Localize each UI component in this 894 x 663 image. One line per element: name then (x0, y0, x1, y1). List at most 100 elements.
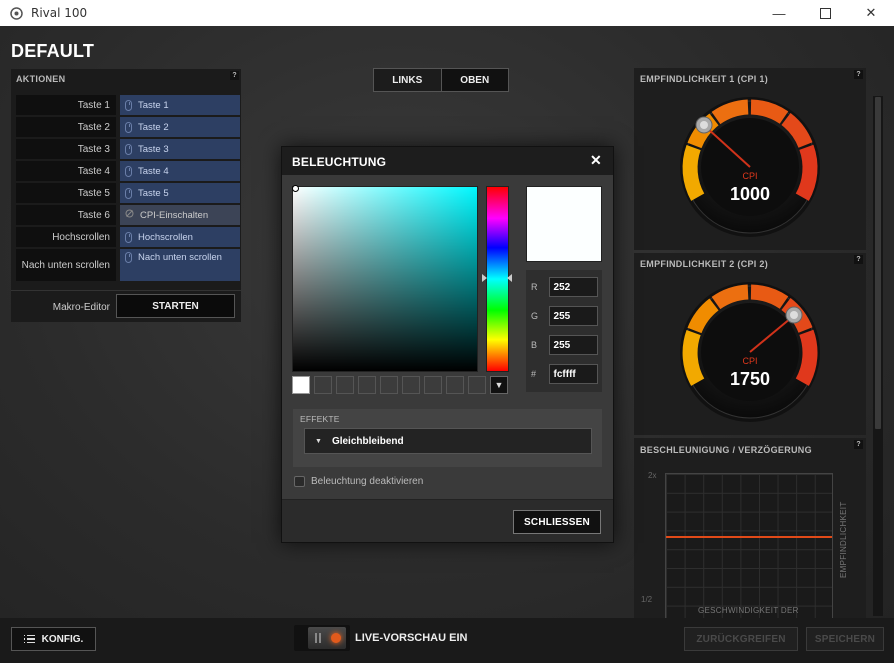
minimize-button[interactable]: — (756, 0, 802, 26)
red-input[interactable]: 252 (548, 277, 598, 297)
revert-button[interactable]: ZURÜCKGREIFEN (684, 627, 798, 651)
window-close-button[interactable]: ✕ (848, 0, 894, 26)
config-button[interactable]: KONFIG. (11, 627, 96, 651)
swatch[interactable] (402, 376, 420, 394)
action-button-taste-1[interactable]: Taste 1 (120, 95, 240, 115)
hex-input[interactable]: fcffff (548, 364, 598, 384)
mouse-icon (125, 231, 132, 243)
actions-panel: AKTIONEN ? Taste 1 Taste 1 Taste 2 Taste… (11, 69, 241, 322)
action-button-taste-6[interactable]: CPI-Einschalten (120, 205, 240, 225)
action-row: Taste 6 CPI-Einschalten (16, 205, 240, 225)
action-value: Taste 5 (138, 187, 169, 199)
macro-start-button[interactable]: STARTEN (116, 294, 235, 318)
action-row: Taste 1 Taste 1 (16, 95, 240, 115)
hue-marker-right-icon[interactable] (507, 274, 512, 282)
live-indicator-icon (331, 633, 341, 643)
tab-links[interactable]: LINKS (374, 69, 442, 91)
cpi-2-unit: CPI (742, 356, 757, 366)
disable-lighting-checkbox[interactable] (294, 476, 305, 487)
acceleration-y-max: 2x (648, 471, 657, 480)
disable-lighting-label: Beleuchtung deaktivieren (311, 476, 424, 487)
live-preview-label: LIVE-VORSCHAU EIN (355, 632, 468, 644)
maximize-button[interactable] (802, 0, 848, 26)
action-label: Taste 4 (16, 161, 116, 181)
green-label: G (531, 311, 539, 321)
profile-title: DEFAULT (11, 41, 95, 61)
swatch[interactable] (314, 376, 332, 394)
macro-editor-label: Makro-Editor (52, 301, 110, 313)
cpi-1-dial[interactable]: CPI 1000 (679, 96, 821, 238)
save-button[interactable]: SPEICHERN (806, 627, 884, 651)
acceleration-y-axis-label: EMPFINDLICHKEIT (839, 501, 848, 578)
swatch[interactable] (446, 376, 464, 394)
sensitivity-1-help-icon[interactable]: ? (854, 70, 863, 79)
view-tabs: LINKS OBEN (373, 68, 509, 92)
green-input[interactable]: 255 (548, 306, 598, 326)
cpi-2-dial[interactable]: CPI 1750 (679, 281, 821, 423)
action-button-scroll-up[interactable]: Hochscrollen (120, 227, 240, 247)
swatch[interactable] (424, 376, 442, 394)
action-value: Taste 1 (138, 99, 169, 111)
saturation-brightness-picker[interactable] (292, 186, 478, 372)
live-preview-toggle[interactable] (294, 625, 350, 651)
acceleration-graph[interactable] (665, 473, 833, 624)
swatch[interactable] (336, 376, 354, 394)
swatch[interactable] (468, 376, 486, 394)
dropdown-caret-icon: ▼ (315, 437, 322, 445)
dialog-header: BELEUCHTUNG ✕ (282, 147, 613, 175)
app-body: DEFAULT AKTIONEN ? Taste 1 Taste 1 Taste… (0, 26, 894, 663)
action-button-taste-3[interactable]: Taste 3 (120, 139, 240, 159)
actions-heading: AKTIONEN (16, 74, 66, 84)
action-label: Taste 5 (16, 183, 116, 203)
sensitivity-1-heading: EMPFINDLICHKEIT 1 (CPI 1) (640, 74, 769, 84)
effect-select[interactable]: ▼ Gleichbleibend (304, 428, 592, 454)
mouse-icon (125, 99, 132, 111)
hex-label: # (531, 369, 537, 379)
acceleration-y-min: 1/2 (641, 595, 653, 604)
action-button-taste-4[interactable]: Taste 4 (120, 161, 240, 181)
dialog-close-icon[interactable]: ✕ (590, 152, 602, 169)
swatch[interactable] (358, 376, 376, 394)
actions-help-icon[interactable]: ? (230, 71, 239, 80)
close-dialog-button[interactable]: SCHLIESSEN (513, 510, 601, 534)
action-button-scroll-down[interactable]: Nach unten scrollen (120, 249, 240, 281)
action-button-taste-5[interactable]: Taste 5 (120, 183, 240, 203)
cpi-1-value: 1000 (730, 184, 770, 204)
disable-lighting-option[interactable]: Beleuchtung deaktivieren (294, 476, 423, 487)
swatch[interactable] (292, 376, 310, 394)
color-picker-cursor[interactable] (292, 185, 299, 192)
list-menu-icon (23, 634, 35, 644)
action-button-taste-2[interactable]: Taste 2 (120, 117, 240, 137)
acceleration-x-axis-label: GESCHWINDIGKEIT DER (698, 606, 799, 615)
hue-slider[interactable] (486, 186, 509, 372)
action-label: Taste 1 (16, 95, 116, 115)
swatch-dropdown-icon[interactable]: ▼ (490, 376, 508, 394)
blue-input[interactable]: 255 (548, 335, 598, 355)
effects-section: EFFEKTE ▼ Gleichbleibend (293, 409, 602, 467)
cpi-toggle-icon (125, 209, 134, 221)
color-preview (526, 186, 602, 262)
action-row: Taste 5 Taste 5 (16, 183, 240, 203)
red-label: R (531, 282, 538, 292)
steelseries-logo-icon (9, 6, 23, 20)
mouse-icon (125, 143, 132, 155)
right-column: EMPFINDLICHKEIT 1 (CPI 1) ? CPI 1000 EMP… (634, 68, 866, 624)
action-value: Taste 4 (138, 165, 169, 177)
sensitivity-2-help-icon[interactable]: ? (854, 255, 863, 264)
action-value: Taste 2 (138, 121, 169, 133)
mouse-icon (125, 252, 132, 263)
acceleration-help-icon[interactable]: ? (854, 440, 863, 449)
tab-oben[interactable]: OBEN (442, 69, 509, 91)
effects-label: EFFEKTE (300, 414, 340, 424)
mouse-icon (125, 165, 132, 177)
swatch[interactable] (380, 376, 398, 394)
sensitivity-panel-1: EMPFINDLICHKEIT 1 (CPI 1) ? CPI 1000 (634, 68, 866, 250)
config-label: KONFIG. (41, 633, 84, 645)
right-scrollbar-thumb[interactable] (875, 97, 881, 429)
hue-marker-left-icon[interactable] (482, 274, 487, 282)
window-title: Rival 100 (31, 6, 88, 20)
rgb-fields: R 252 G 255 B 255 # fcffff (526, 270, 602, 392)
action-label: Taste 6 (16, 205, 116, 225)
color-swatches (292, 376, 486, 394)
acceleration-curve[interactable] (666, 536, 832, 538)
